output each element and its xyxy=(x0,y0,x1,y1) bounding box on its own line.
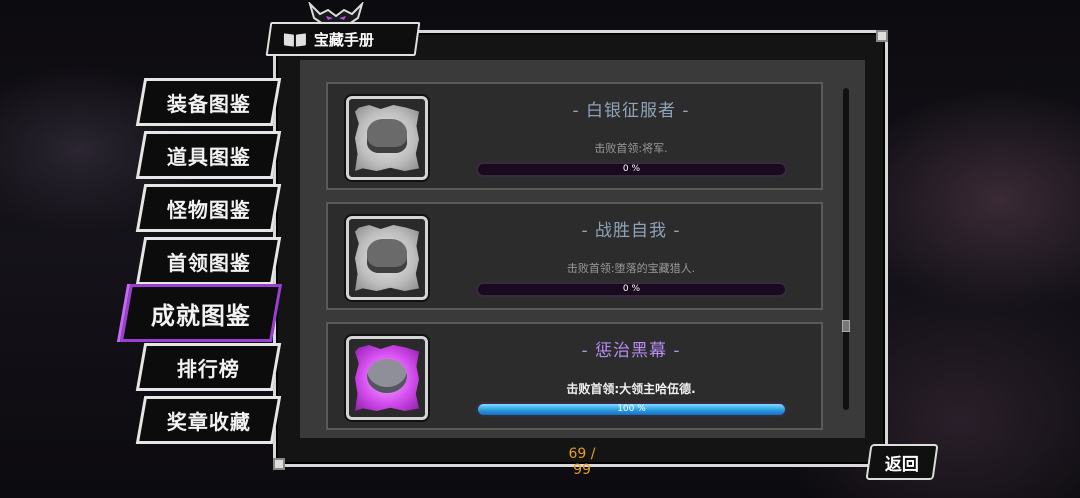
achievement-description: 击败首领:大领主哈伍德. xyxy=(566,382,696,396)
sidebar-item-label: 成就图鉴 xyxy=(151,301,251,330)
window-title: 宝藏手册 xyxy=(314,30,375,49)
progress-label: 0 % xyxy=(622,164,641,174)
sidebar-item-monsters[interactable]: 怪物图鉴 xyxy=(135,184,282,232)
window-title-tab: 宝藏手册 xyxy=(265,22,421,56)
back-button-label: 返回 xyxy=(885,454,919,475)
achievement-card[interactable]: - 白银征服者 - 击败首领:将军. 0 % xyxy=(326,82,823,190)
achievement-count: 69 / 99 xyxy=(568,446,596,478)
achievement-description: 击败首领:堕落的宝藏猎人. xyxy=(566,262,696,275)
achievement-description: 击败首领:将军. xyxy=(594,142,668,155)
sidebar-item-items[interactable]: 道具图鉴 xyxy=(135,131,282,179)
sidebar-item-label: 怪物图鉴 xyxy=(166,197,251,222)
sidebar-item-label: 排行榜 xyxy=(177,356,240,381)
hooded-ghost-icon xyxy=(346,336,428,420)
achievement-card[interactable]: - 惩治黑幕 - 击败首领:大领主哈伍德. 100 % xyxy=(326,322,823,430)
sidebar-item-leaderboard[interactable]: 排行榜 xyxy=(135,343,282,391)
progress-bar: 0 % xyxy=(476,162,787,177)
sidebar-item-bosses[interactable]: 首领图鉴 xyxy=(135,237,282,285)
sidebar-item-equipment[interactable]: 装备图鉴 xyxy=(135,78,282,126)
panel-corner xyxy=(876,30,888,42)
achievement-card[interactable]: - 战胜自我 - 击败首领:堕落的宝藏猎人. 0 % xyxy=(326,202,823,310)
horned-monster-icon xyxy=(346,216,428,300)
sidebar-item-label: 奖章收藏 xyxy=(166,409,251,434)
progress-bar: 0 % xyxy=(476,282,787,297)
progress-label: 100 % xyxy=(617,404,646,414)
sidebar-item-achievements[interactable]: 成就图鉴 xyxy=(119,284,283,342)
armored-beast-icon xyxy=(346,96,428,180)
achievement-title: - 惩治黑幕 - xyxy=(581,341,681,361)
progress-bar: 100 % xyxy=(476,402,787,417)
progress-label: 0 % xyxy=(622,284,641,294)
achievement-title: - 白银征服者 - xyxy=(572,101,690,121)
sidebar-item-medals[interactable]: 奖章收藏 xyxy=(135,396,282,444)
sidebar-item-label: 装备图鉴 xyxy=(166,91,251,116)
book-icon xyxy=(284,32,306,46)
panel-corner xyxy=(273,458,285,470)
achievement-title: - 战胜自我 - xyxy=(581,221,681,241)
scrollbar-thumb[interactable] xyxy=(842,320,850,332)
scrollbar-track[interactable] xyxy=(843,88,849,410)
back-button[interactable]: 返回 xyxy=(865,444,939,480)
sidebar-item-label: 首领图鉴 xyxy=(166,250,251,275)
sidebar-item-label: 道具图鉴 xyxy=(166,144,251,169)
